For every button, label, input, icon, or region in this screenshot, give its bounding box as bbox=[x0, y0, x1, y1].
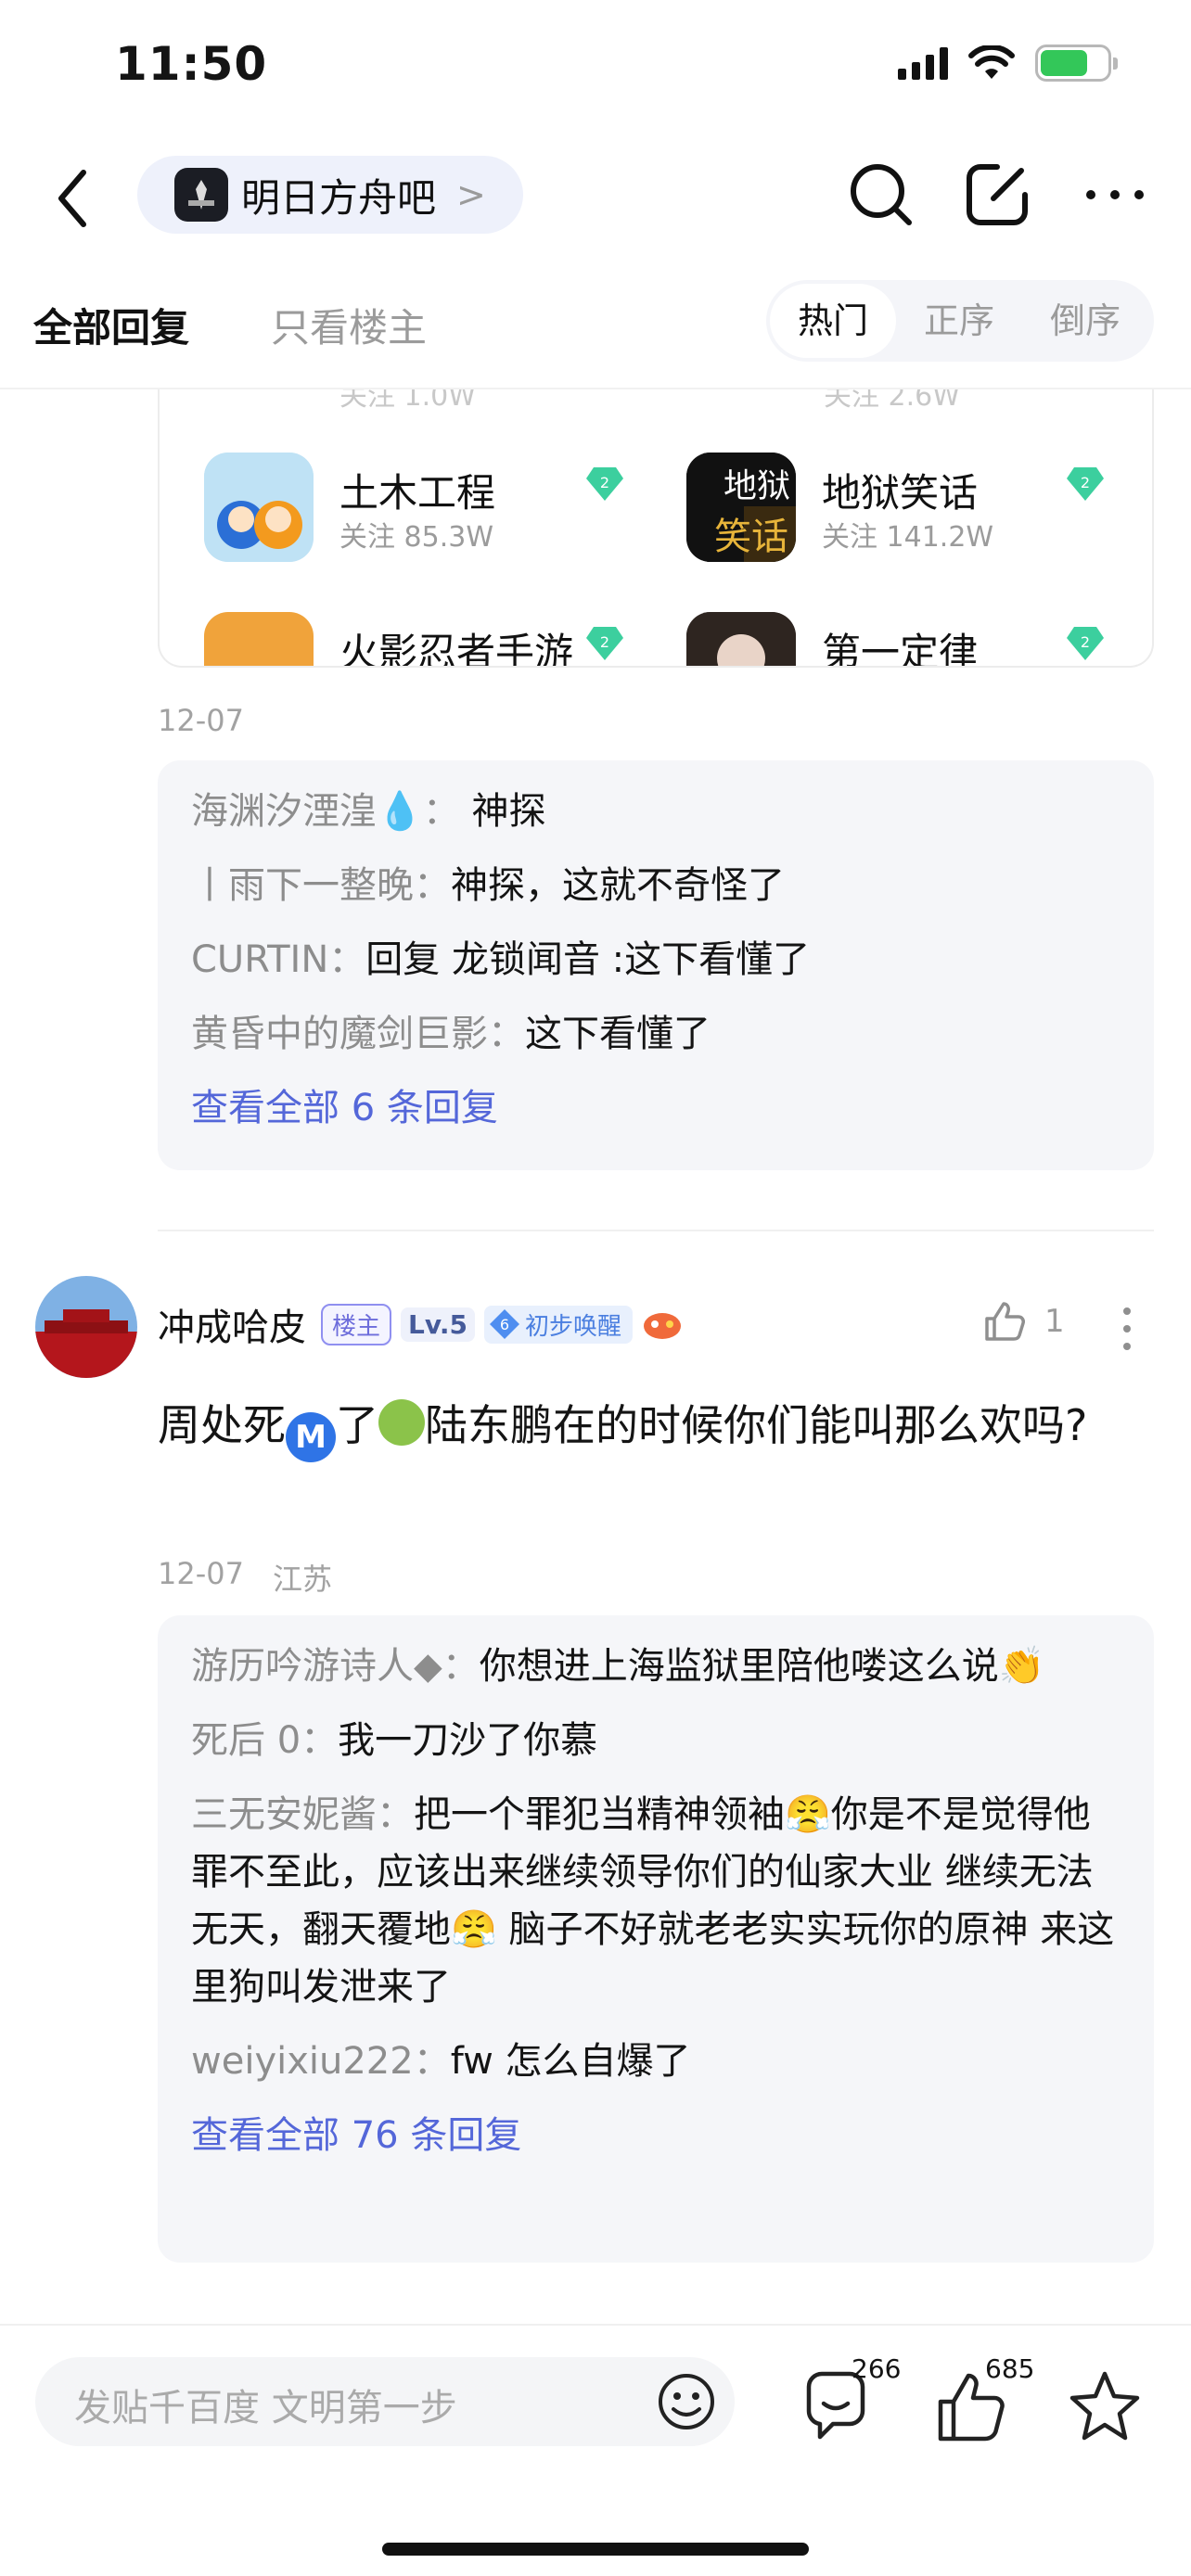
status-icons bbox=[898, 45, 1118, 82]
svg-text:2: 2 bbox=[600, 633, 609, 651]
nauseated-face-emoji bbox=[378, 1399, 425, 1446]
post-content: 周处死 M 了陆东鹏在的时候你们能叫那么欢吗? bbox=[158, 1391, 1122, 1462]
like-count: 1 bbox=[1044, 1303, 1065, 1340]
cut-follow-1: 关注 1.0W bbox=[339, 389, 476, 413]
post-user-row: 冲成哈皮 楼主 Lv.5 6 初步唤醒 bbox=[158, 1298, 683, 1350]
level-diamond-icon: 2 bbox=[1067, 627, 1104, 660]
forum-avatar bbox=[686, 612, 796, 666]
bottom-bar: 发贴千百度 文明第一步 266 685 bbox=[0, 2324, 1191, 2576]
home-indicator bbox=[382, 2543, 809, 2556]
rank-title: 初步唤醒 bbox=[524, 1312, 621, 1341]
forum-pill[interactable]: 明日方舟吧 > bbox=[137, 156, 523, 234]
sub-reply[interactable]: 丨雨下一整晚：神探，这就不奇怪了 bbox=[191, 857, 1121, 914]
forum-name: 明日方舟吧 bbox=[241, 174, 437, 221]
level-diamond-icon: 2 bbox=[1067, 467, 1104, 501]
comment-count: 266 bbox=[852, 2353, 902, 2384]
sort-toggle: 热门 正序 倒序 bbox=[766, 280, 1154, 362]
status-time: 11:50 bbox=[115, 37, 268, 91]
more-vertical-icon[interactable] bbox=[1113, 1306, 1141, 1352]
sub-reply-box: 游历吟游诗人◆：你想进上海监狱里陪他喽这么说👏 死后 0：我一刀沙了你慕 三无安… bbox=[158, 1615, 1154, 2263]
username[interactable]: 冲成哈皮 bbox=[158, 1297, 306, 1351]
reply-input-placeholder[interactable]: 发贴千百度 文明第一步 bbox=[74, 2378, 457, 2431]
post-location: 江苏 bbox=[273, 1562, 333, 1597]
sort-asc[interactable]: 正序 bbox=[896, 280, 1022, 362]
owner-badge: 楼主 bbox=[321, 1303, 392, 1345]
avatar[interactable] bbox=[35, 1276, 137, 1378]
sub-reply[interactable]: 海渊汐湮湟💧： 神探 bbox=[191, 783, 1121, 840]
sub-reply[interactable]: CURTIN：回复 龙锁闻音 :这下看懂了 bbox=[191, 931, 1121, 988]
post-date: 12-07 bbox=[158, 1556, 244, 1591]
back-icon[interactable] bbox=[45, 161, 104, 236]
divider bbox=[158, 1230, 1154, 1231]
forum-item[interactable]: 地狱 笑话 地狱笑话 关注 141.2W 2 bbox=[642, 453, 1106, 573]
battery-icon bbox=[1035, 45, 1118, 82]
search-icon[interactable] bbox=[844, 158, 918, 232]
svg-text:2: 2 bbox=[1081, 474, 1090, 491]
game-controller-icon bbox=[643, 1313, 681, 1339]
forum-logo-icon bbox=[174, 168, 228, 222]
reply-composer[interactable]: 发贴千百度 文明第一步 bbox=[35, 2357, 735, 2446]
rank-diamond-icon: 6 bbox=[489, 1309, 519, 1339]
nav-bar: 明日方舟吧 > bbox=[0, 148, 1191, 260]
tab-owner-only[interactable]: 只看楼主 bbox=[271, 297, 427, 353]
forum-item[interactable]: 土木工程 关注 85.3W 2 bbox=[160, 453, 623, 573]
forum-avatar bbox=[204, 453, 314, 562]
level-badge: Lv.5 bbox=[401, 1307, 475, 1342]
forum-item-followers: 关注 85.3W bbox=[339, 521, 493, 554]
edit-icon[interactable] bbox=[960, 158, 1034, 232]
svg-text:2: 2 bbox=[600, 474, 609, 491]
forum-item[interactable]: 第一定律 2 bbox=[642, 612, 1106, 668]
cut-follow-2: 关注 2.6W bbox=[824, 389, 960, 413]
svg-text:6: 6 bbox=[500, 1316, 509, 1333]
sub-reply[interactable]: 游历吟游诗人◆：你想进上海监狱里陪他喽这么说👏 bbox=[191, 1638, 1121, 1695]
more-icon[interactable] bbox=[1078, 158, 1152, 232]
wifi-icon bbox=[968, 45, 1015, 79]
sub-reply[interactable]: 黄昏中的魔剑巨影：这下看懂了 bbox=[191, 1005, 1121, 1063]
sub-reply[interactable]: 死后 0：我一刀沙了你慕 bbox=[191, 1712, 1121, 1769]
sort-hot[interactable]: 热门 bbox=[770, 284, 896, 358]
forum-item-name: 土木工程 bbox=[339, 470, 496, 516]
sub-reply[interactable]: 三无安妮酱：把一个罪犯当精神领袖😤你是不是觉得他罪不至此，应该出来继续领导你们的… bbox=[191, 1786, 1121, 2016]
chevron-right-icon: > bbox=[456, 174, 486, 215]
view-all-replies-link[interactable]: 查看全部 6 条回复 bbox=[191, 1079, 1121, 1137]
forum-item-name: 地狱笑话 bbox=[822, 470, 979, 516]
tab-all-replies[interactable]: 全部回复 bbox=[33, 297, 189, 353]
forum-avatar: 地狱 笑话 bbox=[686, 453, 796, 562]
reply-date: 12-07 bbox=[158, 703, 244, 738]
like-total-count: 685 bbox=[985, 2353, 1035, 2384]
rank-badge: 6 初步唤醒 bbox=[483, 1305, 633, 1344]
star-icon[interactable] bbox=[1063, 2366, 1146, 2450]
sub-reply[interactable]: weiyixiu222：fw 怎么自爆了 bbox=[191, 2033, 1121, 2090]
metro-m-emoji: M bbox=[286, 1412, 336, 1462]
forum-item[interactable]: 火影忍者手游 2 bbox=[160, 612, 623, 668]
svg-text:笑话: 笑话 bbox=[714, 516, 788, 558]
forum-recommend-card: 关注 1.0W 关注 2.6W 土木工程 关注 85.3W 2 地狱 笑话 地狱… bbox=[158, 389, 1154, 668]
level-diamond-icon: 2 bbox=[586, 467, 623, 501]
sort-desc[interactable]: 倒序 bbox=[1022, 280, 1148, 362]
view-all-replies-link[interactable]: 查看全部 76 条回复 bbox=[191, 2107, 1121, 2164]
svg-text:地狱: 地狱 bbox=[724, 467, 790, 505]
like-button[interactable]: 1 bbox=[981, 1298, 1065, 1345]
forum-item-name: 第一定律 bbox=[822, 630, 979, 668]
forum-item-followers: 关注 141.2W bbox=[822, 521, 994, 554]
reply-tabs: 全部回复 只看楼主 热门 正序 倒序 bbox=[0, 278, 1191, 389]
forum-item-name: 火影忍者手游 bbox=[339, 630, 574, 668]
sub-reply-box: 海渊汐湮湟💧： 神探 丨雨下一整晚：神探，这就不奇怪了 CURTIN：回复 龙锁… bbox=[158, 760, 1154, 1170]
forum-avatar bbox=[204, 612, 314, 666]
svg-text:2: 2 bbox=[1081, 633, 1090, 651]
thumb-up-icon bbox=[985, 1302, 1025, 1341]
level-diamond-icon: 2 bbox=[586, 627, 623, 660]
emoji-icon[interactable] bbox=[655, 2370, 718, 2433]
signal-icon bbox=[898, 46, 948, 80]
